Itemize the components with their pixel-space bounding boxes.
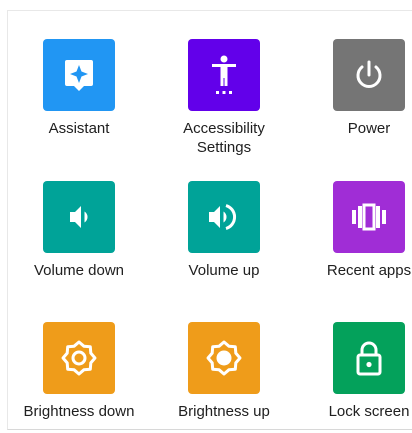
accessibility-settings-label: Accessibility Settings bbox=[183, 120, 265, 156]
volume-up-label: Volume up bbox=[188, 262, 260, 279]
assistant-label: Assistant bbox=[48, 120, 110, 137]
recent-apps-button[interactable]: Recent apps bbox=[299, 181, 412, 280]
power-button[interactable]: Power bbox=[299, 39, 412, 138]
lock-icon bbox=[333, 322, 405, 394]
volume-down-button[interactable]: Volume down bbox=[9, 181, 149, 280]
brightness-up-icon bbox=[188, 322, 260, 394]
lock-screen-button[interactable]: Lock screen bbox=[299, 322, 412, 421]
brightness-down-button[interactable]: Brightness down bbox=[9, 322, 149, 421]
brightness-up-label: Brightness up bbox=[178, 403, 270, 420]
assistant-icon bbox=[43, 39, 115, 111]
recent-apps-icon bbox=[333, 181, 405, 253]
volume-up-button[interactable]: Volume up bbox=[154, 181, 294, 280]
accessibility-menu-grid: Assistant Accessibility Settings Power V… bbox=[7, 10, 412, 430]
lock-screen-label: Lock screen bbox=[328, 403, 410, 420]
brightness-down-label: Brightness down bbox=[23, 403, 135, 420]
assistant-button[interactable]: Assistant bbox=[9, 39, 149, 138]
brightness-up-button[interactable]: Brightness up bbox=[154, 322, 294, 421]
power-label: Power bbox=[347, 120, 391, 137]
power-icon bbox=[333, 39, 405, 111]
volume-down-label: Volume down bbox=[33, 262, 125, 279]
accessibility-icon bbox=[188, 39, 260, 111]
volume-up-icon bbox=[188, 181, 260, 253]
accessibility-settings-button[interactable]: Accessibility Settings bbox=[154, 39, 294, 157]
brightness-down-icon bbox=[43, 322, 115, 394]
volume-down-icon bbox=[43, 181, 115, 253]
recent-apps-label: Recent apps bbox=[326, 262, 412, 279]
